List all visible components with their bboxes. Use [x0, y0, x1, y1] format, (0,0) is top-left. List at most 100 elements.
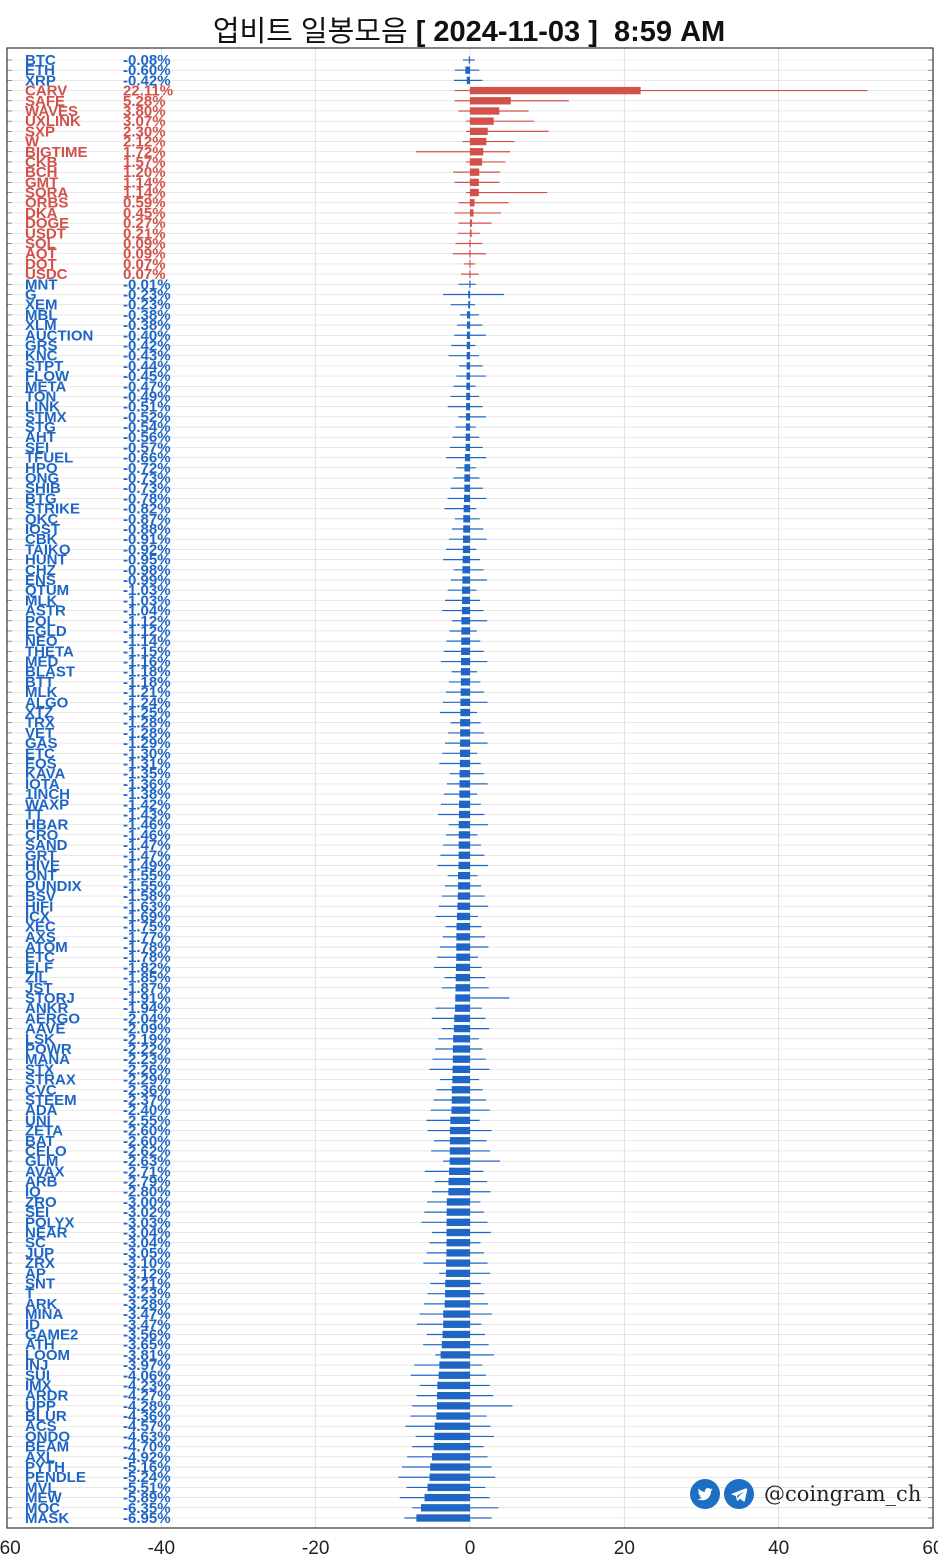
bar: [437, 1391, 470, 1400]
bar: [453, 1035, 470, 1043]
bar: [462, 535, 470, 543]
x-tick-label: 0: [465, 1538, 476, 1559]
bar: [463, 515, 470, 523]
bar: [467, 321, 470, 329]
bar: [464, 484, 470, 492]
bar: [452, 1045, 470, 1053]
bar: [445, 1279, 470, 1288]
bar: [455, 984, 470, 992]
bar: [452, 1055, 470, 1063]
bar: [466, 402, 470, 411]
bar: [461, 657, 470, 666]
bar: [458, 810, 470, 819]
bar: [424, 1493, 470, 1502]
bar: [470, 158, 483, 166]
bar: [446, 1239, 470, 1247]
bar: [416, 1514, 470, 1522]
bar: [462, 545, 470, 554]
bar: [458, 851, 470, 859]
bar: [470, 229, 472, 237]
bar: [441, 1341, 470, 1349]
x-tick-label: 20: [614, 1538, 635, 1559]
bar: [456, 943, 470, 951]
bar: [451, 1086, 470, 1094]
bar: [465, 423, 470, 431]
bar: [470, 168, 480, 176]
bar: [460, 708, 470, 717]
bar: [429, 1473, 470, 1481]
bar: [470, 97, 511, 105]
bar: [458, 841, 470, 849]
bar: [460, 698, 470, 707]
bar: [468, 56, 470, 64]
bar: [434, 1422, 470, 1430]
bar: [470, 117, 494, 125]
bar: [449, 1126, 470, 1135]
bar: [449, 1147, 470, 1155]
bar: [461, 617, 470, 625]
bar: [458, 871, 470, 880]
bar: [449, 1137, 470, 1145]
bar: [460, 719, 470, 727]
bar: [443, 1320, 470, 1328]
bar: [446, 1208, 470, 1216]
bar: [459, 800, 470, 808]
bar: [451, 1096, 470, 1104]
change-label: -6.95%: [123, 1510, 171, 1527]
bar: [469, 239, 471, 248]
bar: [470, 199, 475, 207]
bar: [460, 739, 470, 747]
bar: [439, 1361, 470, 1369]
bar: [458, 831, 470, 839]
bar: [469, 280, 471, 288]
bar: [469, 250, 471, 258]
bar: [468, 290, 470, 299]
bar: [462, 566, 470, 574]
bar: [465, 433, 470, 441]
bar: [434, 1432, 470, 1441]
bar: [444, 1300, 470, 1308]
bar: [470, 86, 641, 95]
bar: [464, 474, 470, 482]
bar: [454, 1014, 470, 1023]
bar: [420, 1504, 470, 1512]
x-tick-label: -60: [0, 1538, 21, 1559]
bar: [469, 260, 471, 268]
bar: [470, 219, 473, 227]
bar: [446, 1249, 470, 1257]
bar: [440, 1351, 470, 1359]
bar: [456, 953, 470, 961]
bar: [430, 1463, 470, 1471]
bar: [445, 1269, 470, 1277]
bar: [469, 270, 471, 278]
bar: [465, 443, 470, 452]
telegram-icon: [724, 1479, 754, 1509]
chart-canvas: BTC -0.08%ETH -0.60%XRP -0.42%CARV 22.11%SAF…: [0, 47, 938, 1559]
bar: [460, 678, 470, 686]
bar: [461, 627, 470, 635]
bar: [465, 66, 470, 74]
bar: [459, 770, 470, 778]
bar: [457, 902, 470, 910]
bar: [468, 301, 470, 309]
bar: [449, 1157, 470, 1165]
bar: [466, 392, 470, 401]
bar: [470, 148, 484, 156]
bar: [466, 382, 470, 390]
bar: [449, 1167, 470, 1176]
bar: [456, 912, 470, 921]
bar: [448, 1177, 470, 1186]
bar: [460, 688, 470, 696]
bar: [446, 1259, 470, 1267]
bar: [462, 555, 470, 564]
bar: [436, 1412, 470, 1420]
bar: [464, 464, 470, 472]
bar: [459, 790, 470, 798]
bar: [438, 1371, 470, 1379]
bar: [470, 178, 479, 187]
bar: [446, 1228, 470, 1237]
bar: [470, 209, 474, 217]
bar: [436, 1402, 470, 1410]
bar: [455, 973, 470, 982]
bar: [446, 1198, 470, 1206]
